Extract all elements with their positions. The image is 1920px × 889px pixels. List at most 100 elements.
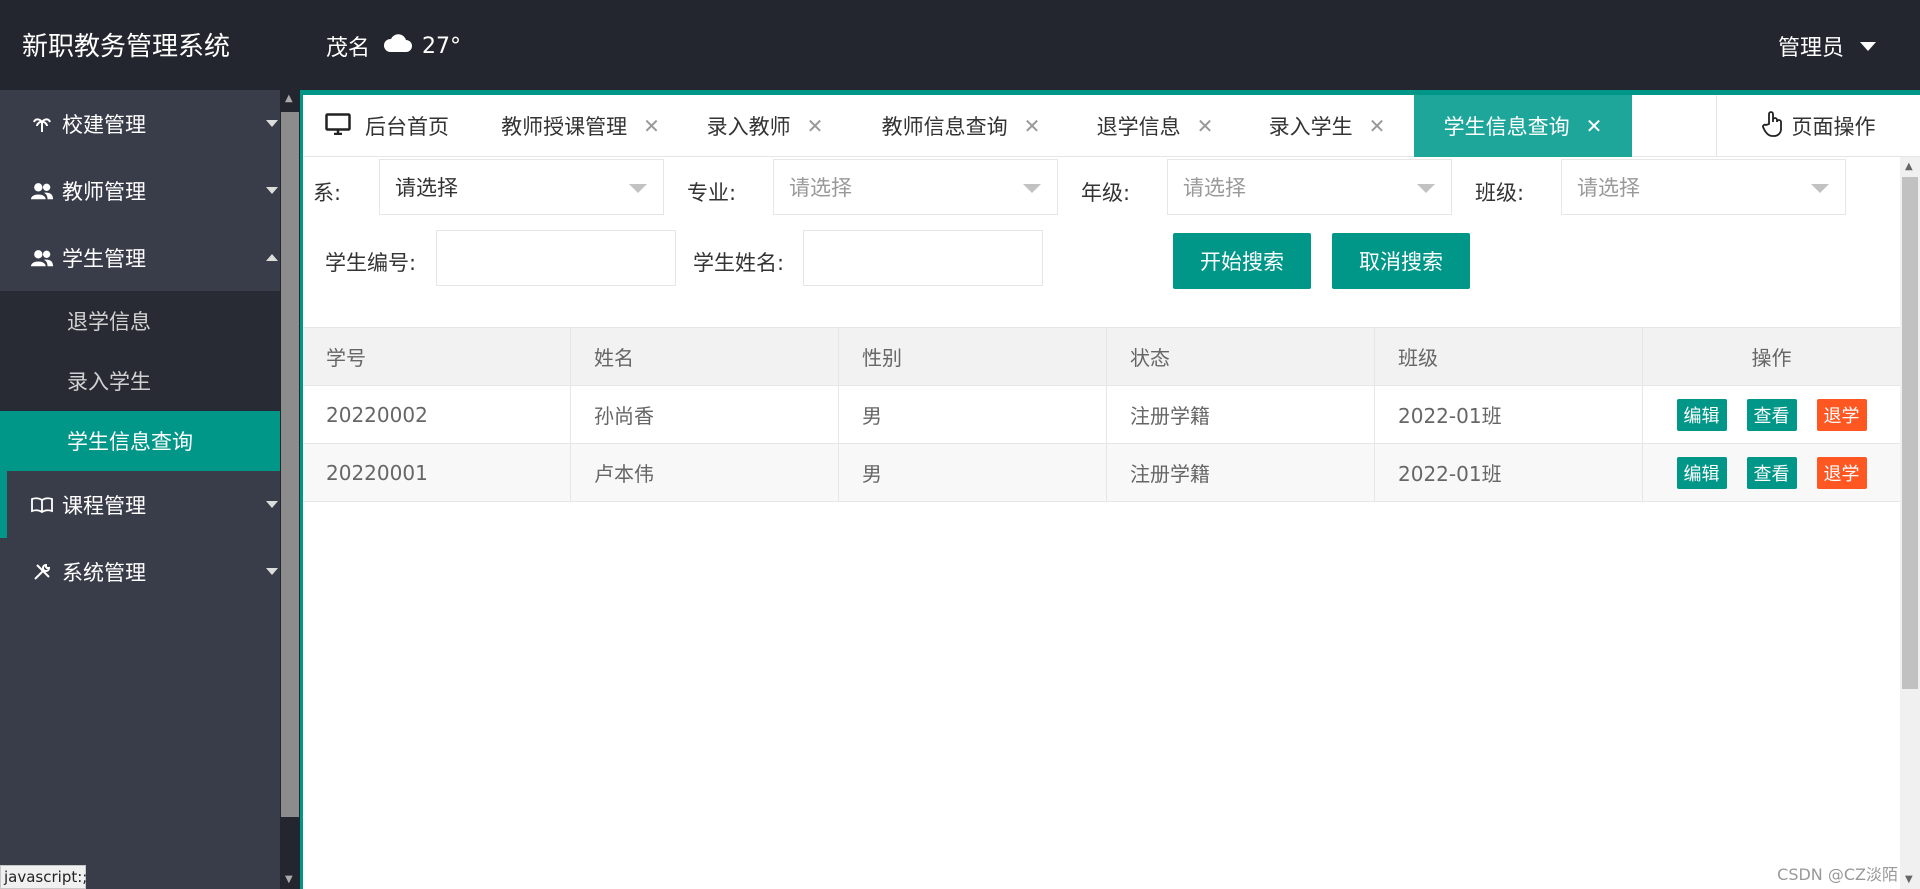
tab-add-teacher[interactable]: 录入教师 ✕ — [678, 95, 852, 157]
search-button[interactable]: 开始搜索 — [1173, 233, 1311, 289]
student-name-input[interactable] — [803, 230, 1043, 286]
page-ops-label: 页面操作 — [1791, 115, 1876, 139]
chevron-down-icon — [1417, 184, 1435, 193]
sidebar-item-system[interactable]: 系统管理 — [0, 538, 280, 605]
weather-widget: 茂名 27° — [326, 30, 461, 62]
table-row: 20220002 孙尚香 男 注册学籍 2022-01班 编辑 查看 退学 — [303, 386, 1900, 444]
palm-tree-icon — [30, 115, 54, 133]
sidebar-item-courses[interactable]: 课程管理 — [0, 471, 280, 538]
chevron-down-icon — [266, 501, 278, 508]
hand-pointer-icon — [1761, 110, 1784, 142]
cell-status: 注册学籍 — [1107, 444, 1375, 501]
sidebar-item-teachers[interactable]: 教师管理 — [0, 157, 280, 224]
dept-select[interactable]: 请选择 — [379, 159, 664, 215]
tab-add-student[interactable]: 录入学生 ✕ — [1240, 95, 1414, 157]
tab-teacher-courses[interactable]: 教师授课管理 ✕ — [483, 95, 678, 157]
monitor-icon — [325, 112, 351, 140]
chevron-down-icon — [1023, 184, 1041, 193]
tab-home[interactable]: 后台首页 — [303, 95, 483, 157]
tab-bar: 后台首页 教师授课管理 ✕ 录入教师 ✕ 教师信息查询 ✕ 退学信息 ✕ 录入学生 ✕ 学… — [303, 95, 1920, 157]
close-icon[interactable]: ✕ — [1197, 114, 1214, 138]
tab-label: 退学信息 — [1096, 115, 1181, 139]
tab-dropout[interactable]: 退学信息 ✕ — [1070, 95, 1240, 157]
users-icon — [30, 181, 54, 201]
scroll-down-icon[interactable]: ▼ — [1905, 874, 1913, 885]
sidebar-item-label: 系统管理 — [62, 560, 146, 585]
sidebar-subitem-dropout[interactable]: 退学信息 — [0, 291, 280, 351]
cell-id: 20220002 — [303, 386, 571, 443]
weather-city: 茂名 — [326, 36, 371, 61]
grade-select-value: 请选择 — [1183, 176, 1246, 200]
view-button[interactable]: 查看 — [1746, 398, 1797, 431]
tab-label: 教师授课管理 — [501, 115, 628, 139]
weather-temp: 27° — [422, 33, 462, 59]
cloud-icon — [382, 32, 413, 60]
tab-student-query[interactable]: 学生信息查询 ✕ — [1414, 95, 1632, 157]
tab-label: 学生信息查询 — [1443, 115, 1570, 139]
table-row: 20220001 卢本伟 男 注册学籍 2022-01班 编辑 查看 退学 — [303, 444, 1900, 502]
class-select-value: 请选择 — [1577, 176, 1640, 200]
sidebar-subitem-add-student[interactable]: 录入学生 — [0, 351, 280, 411]
close-icon[interactable]: ✕ — [807, 114, 824, 138]
sidebar-item-students[interactable]: 学生管理 — [0, 224, 280, 291]
scroll-up-icon[interactable]: ▲ — [285, 94, 295, 104]
scrollbar-thumb[interactable] — [1902, 177, 1918, 689]
sidebar-item-label: 教师管理 — [62, 179, 146, 204]
app-title: 新职教务管理系统 — [22, 32, 231, 62]
col-header-actions: 操作 — [1751, 346, 1792, 370]
student-name-label: 学生姓名: — [693, 251, 785, 275]
drop-out-button[interactable]: 退学 — [1816, 398, 1867, 431]
cell-gender: 男 — [839, 386, 1107, 443]
cell-status: 注册学籍 — [1107, 386, 1375, 443]
page-operations-button[interactable]: 页面操作 — [1716, 95, 1920, 157]
top-header: 新职教务管理系统 茂名 27° 管理员 — [0, 0, 1920, 90]
scroll-down-icon[interactable]: ▼ — [285, 875, 295, 885]
dept-select-value: 请选择 — [395, 176, 458, 200]
sidebar-item-label: 课程管理 — [62, 493, 146, 518]
sidebar: 校建管理 教师管理 学生管理 退学信息 录入学生 学生信息查询 课程管理 系统管… — [0, 90, 280, 889]
tab-label: 录入学生 — [1268, 115, 1353, 139]
tab-label: 录入教师 — [706, 115, 791, 139]
col-header-class: 班级 — [1375, 328, 1643, 385]
class-label: 班级: — [1475, 181, 1525, 205]
tab-label: 教师信息查询 — [881, 115, 1008, 139]
caret-down-icon — [1860, 41, 1876, 51]
close-icon[interactable]: ✕ — [1024, 114, 1041, 138]
user-menu[interactable]: 管理员 — [1778, 30, 1876, 62]
view-button[interactable]: 查看 — [1746, 456, 1797, 489]
major-select[interactable]: 请选择 — [773, 159, 1058, 215]
close-icon[interactable]: ✕ — [1369, 114, 1386, 138]
tab-label: 后台首页 — [365, 115, 449, 139]
grade-label: 年级: — [1081, 181, 1131, 205]
student-no-input[interactable] — [436, 230, 676, 286]
edit-button[interactable]: 编辑 — [1676, 456, 1727, 489]
tab-teacher-query[interactable]: 教师信息查询 ✕ — [852, 95, 1070, 157]
chevron-down-icon — [629, 184, 647, 193]
cell-name: 孙尚香 — [571, 386, 839, 443]
book-icon — [30, 496, 54, 514]
col-header-name: 姓名 — [571, 328, 839, 385]
cancel-search-button[interactable]: 取消搜索 — [1332, 233, 1470, 289]
sidebar-subitem-student-query[interactable]: 学生信息查询 — [0, 411, 280, 471]
scrollbar-thumb[interactable] — [281, 112, 299, 817]
scroll-up-icon[interactable]: ▲ — [1905, 161, 1913, 172]
main-content: 后台首页 教师授课管理 ✕ 录入教师 ✕ 教师信息查询 ✕ 退学信息 ✕ 录入学生 ✕ 学… — [300, 90, 1920, 889]
chevron-down-icon — [1811, 184, 1829, 193]
close-icon[interactable]: ✕ — [643, 114, 660, 138]
student-no-label: 学生编号: — [325, 251, 417, 275]
class-select[interactable]: 请选择 — [1561, 159, 1846, 215]
dept-label: 系: — [313, 181, 342, 205]
grade-select[interactable]: 请选择 — [1167, 159, 1452, 215]
close-icon[interactable]: ✕ — [1586, 114, 1603, 138]
major-select-value: 请选择 — [789, 176, 852, 200]
sidebar-scrollbar[interactable]: ▲ ▼ — [280, 90, 300, 889]
drop-out-button[interactable]: 退学 — [1816, 456, 1867, 489]
cell-actions: 编辑 查看 退学 — [1643, 386, 1900, 443]
users-icon — [30, 248, 54, 268]
student-table: 学号 姓名 性别 状态 班级 操作 20220002 孙尚香 男 注册学籍 20… — [303, 327, 1900, 502]
edit-button[interactable]: 编辑 — [1676, 398, 1727, 431]
user-name: 管理员 — [1777, 36, 1844, 61]
status-bar-link: javascript:; — [0, 865, 87, 889]
main-scrollbar[interactable]: ▲ ▼ — [1900, 157, 1920, 889]
sidebar-item-campus[interactable]: 校建管理 — [0, 90, 280, 157]
